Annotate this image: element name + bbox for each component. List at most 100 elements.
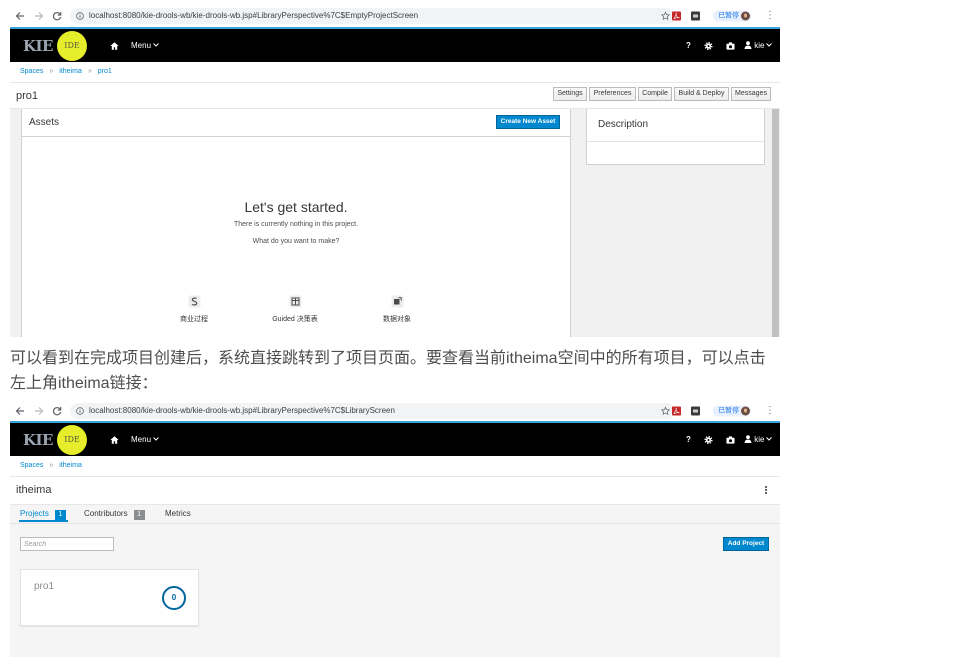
breadcrumb-pro1[interactable]: pro1 <box>98 68 112 75</box>
build-deploy-button[interactable]: Build & Deploy <box>674 87 729 101</box>
messages-button[interactable]: Messages <box>731 87 771 101</box>
camera-icon[interactable] <box>726 41 735 50</box>
breadcrumb-spaces[interactable]: Spaces <box>20 462 43 469</box>
bookmark-star-icon[interactable] <box>661 406 670 416</box>
decision-table-icon <box>289 295 302 308</box>
breadcrumb-separator: » <box>87 68 92 75</box>
option-label: 数据对象 <box>383 316 411 323</box>
assets-panel-header: Assets Create New Asset <box>22 109 570 137</box>
project-toolbar: Settings Preferences Compile Build & Dep… <box>553 87 771 101</box>
help-icon[interactable]: ? <box>686 435 691 445</box>
url-text: localhost:8080/kie-drools-wb/kie-drools-… <box>89 406 395 415</box>
extension-icon[interactable] <box>691 406 700 416</box>
breadcrumb-separator: » <box>49 462 54 469</box>
menu-dropdown[interactable]: Menu <box>131 435 159 445</box>
menu-dropdown[interactable]: Menu <box>131 41 159 51</box>
user-icon <box>744 40 752 49</box>
settings-button[interactable]: Settings <box>553 87 587 101</box>
tab-metrics[interactable]: Metrics <box>165 509 191 519</box>
chevron-down-icon <box>766 436 773 441</box>
library-body: Projects 1 Contributors 1 Metrics Add Proj… <box>10 505 780 657</box>
profile-button[interactable]: 已暂停 <box>713 405 751 417</box>
camera-icon[interactable] <box>726 435 735 444</box>
avatar <box>741 406 750 416</box>
pdf-extension-icon[interactable] <box>672 406 681 416</box>
divider <box>587 141 764 142</box>
data-object-icon <box>391 295 404 308</box>
home-icon[interactable] <box>110 41 119 50</box>
user-menu[interactable]: kie <box>744 40 773 51</box>
avatar <box>741 11 750 21</box>
pdf-extension-icon[interactable] <box>672 11 681 21</box>
count-badge: 1 <box>54 510 66 520</box>
breadcrumb-spaces[interactable]: Spaces <box>20 68 43 75</box>
profile-status-label: 已暂停 <box>718 12 739 20</box>
project-body: Assets Create New Asset Let's get starte… <box>10 109 780 337</box>
asset-count-badge: 0 <box>162 586 186 610</box>
active-tab-indicator <box>19 520 68 522</box>
user-menu[interactable]: kie <box>744 434 773 445</box>
chevron-down-icon <box>153 436 159 441</box>
reload-icon[interactable] <box>52 406 62 416</box>
process-icon <box>188 295 201 308</box>
breadcrumb: Spaces » itheima <box>20 459 82 473</box>
app-header: KIE IDE Menu ? kie <box>10 423 780 456</box>
help-icon[interactable]: ? <box>686 41 691 51</box>
compile-button[interactable]: Compile <box>638 87 672 101</box>
browser-menu-icon[interactable]: ⋮ <box>765 406 775 416</box>
gear-icon[interactable] <box>704 41 713 50</box>
browser-menu-icon[interactable]: ⋮ <box>765 11 775 21</box>
kebab-menu-icon[interactable] <box>764 483 768 497</box>
empty-state-message: There is currently nothing in this proje… <box>233 221 359 228</box>
project-card[interactable]: pro1 0 <box>20 569 199 626</box>
ide-logo-badge[interactable]: IDE <box>57 424 87 455</box>
app-header: KIE IDE Menu ? kie <box>10 29 780 62</box>
option-label: 商业过程 <box>180 316 208 323</box>
breadcrumb: Spaces » itheima » pro1 <box>20 65 112 79</box>
back-arrow-icon[interactable] <box>15 11 25 21</box>
forward-arrow-icon[interactable] <box>34 11 44 21</box>
description-title: Description <box>598 119 649 130</box>
preferences-button[interactable]: Preferences <box>589 87 636 101</box>
add-project-button[interactable]: Add Project <box>723 537 769 551</box>
extension-icon[interactable] <box>691 11 700 21</box>
kie-logo[interactable]: KIE <box>23 431 54 449</box>
home-icon[interactable] <box>110 435 119 444</box>
address-bar[interactable]: localhost:8080/kie-drools-wb/kie-drools-… <box>70 8 675 24</box>
count-badge: 1 <box>133 510 145 520</box>
project-name: pro1 <box>34 581 55 592</box>
menu-label: Menu <box>131 40 152 50</box>
back-arrow-icon[interactable] <box>15 406 25 416</box>
user-label: kie <box>754 434 765 444</box>
page-title: itheima <box>16 484 52 496</box>
info-icon[interactable] <box>76 12 84 20</box>
user-label: kie <box>754 40 765 50</box>
breadcrumb-itheima[interactable]: itheima <box>59 68 82 75</box>
reload-icon[interactable] <box>52 11 62 21</box>
option-data-object[interactable]: 数据对象 <box>357 295 437 324</box>
create-new-asset-button[interactable]: Create New Asset <box>496 115 560 129</box>
option-business-process[interactable]: 商业过程 <box>154 295 234 324</box>
kie-logo[interactable]: KIE <box>23 37 54 55</box>
assets-title: Assets <box>29 117 60 128</box>
breadcrumb-itheima[interactable]: itheima <box>59 462 82 469</box>
search-input[interactable] <box>20 537 114 551</box>
paragraph-line: 可以看到在完成项目创建后，系统直接跳转到了项目页面。要查看当前itheima空间… <box>10 350 766 367</box>
profile-button[interactable]: 已暂停 <box>713 10 751 22</box>
gear-icon[interactable] <box>704 435 713 444</box>
screenshot-library: localhost:8080/kie-drools-wb/kie-drools-… <box>10 401 780 657</box>
tab-projects[interactable]: Projects 1 <box>20 509 66 520</box>
option-guided-decision-table[interactable]: Guided 决策表 <box>255 295 335 324</box>
empty-state-question: What do you want to make? <box>252 238 340 245</box>
tab-contributors[interactable]: Contributors 1 <box>84 509 145 520</box>
forward-arrow-icon[interactable] <box>34 406 44 416</box>
scrollbar[interactable] <box>772 109 779 337</box>
tab-label: Metrics <box>165 509 191 518</box>
page-title: pro1 <box>16 90 39 102</box>
ide-logo-badge[interactable]: IDE <box>57 30 87 61</box>
address-bar[interactable]: localhost:8080/kie-drools-wb/kie-drools-… <box>70 403 675 419</box>
bookmark-star-icon[interactable] <box>661 11 670 21</box>
info-icon[interactable] <box>76 407 84 415</box>
assets-panel: Assets Create New Asset Let's get starte… <box>21 109 571 337</box>
chevron-down-icon <box>153 42 159 47</box>
